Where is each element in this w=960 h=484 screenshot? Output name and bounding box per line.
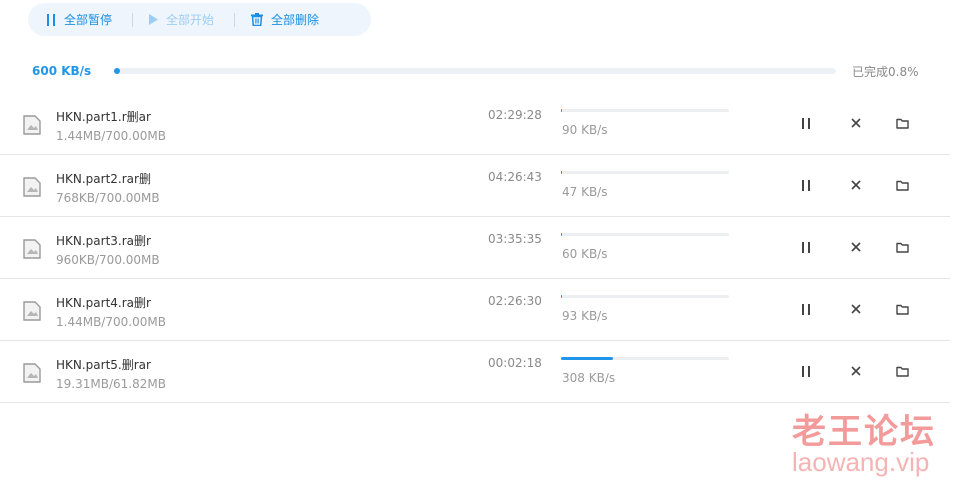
time-remaining: 02:29:28 <box>488 108 542 122</box>
toolbar-divider <box>234 12 236 27</box>
download-speed: 90 KB/s <box>562 123 608 137</box>
time-remaining: 00:02:18 <box>488 356 542 370</box>
file-name: HKN.part4.ra删r <box>56 296 151 310</box>
pause-button[interactable] <box>798 301 814 317</box>
file-progress-bar <box>561 109 729 112</box>
overall-status: 已完成0.8% <box>852 65 919 79</box>
watermark-title: 老王论坛 <box>792 412 936 452</box>
open-folder-button[interactable] <box>894 115 910 131</box>
download-speed: 308 KB/s <box>562 371 616 385</box>
pause-icon <box>802 365 810 377</box>
close-icon <box>851 304 861 314</box>
close-icon <box>851 180 861 190</box>
file-progress-bar <box>561 171 729 174</box>
file-progress-bar <box>561 233 729 236</box>
close-icon <box>851 366 861 376</box>
file-icon <box>23 363 41 383</box>
start-all-label: 全部开始 <box>166 13 215 27</box>
time-remaining: 03:35:35 <box>488 232 542 246</box>
open-folder-button[interactable] <box>894 239 910 255</box>
toolbar: 全部暂停 全部开始 全部删除 <box>28 3 371 36</box>
folder-icon <box>895 180 909 191</box>
download-row: HKN.part2.rar删 768KB/700.00MB 04:26:43 4… <box>0 155 950 217</box>
pause-icon <box>47 13 55 26</box>
download-row: HKN.part1.r删ar 1.44MB/700.00MB 02:29:28 … <box>0 93 950 155</box>
file-progress-bar <box>561 357 729 360</box>
file-icon <box>23 177 41 197</box>
pause-button[interactable] <box>798 239 814 255</box>
file-size: 960KB/700.00MB <box>56 253 160 267</box>
pause-all-label: 全部暂停 <box>64 13 113 27</box>
folder-icon <box>895 304 909 315</box>
toolbar-divider <box>132 12 134 27</box>
play-icon <box>149 14 159 25</box>
time-remaining: 04:26:43 <box>488 170 542 184</box>
close-icon <box>851 118 861 128</box>
file-name: HKN.part1.r删ar <box>56 110 151 124</box>
delete-all-button[interactable]: 全部删除 <box>251 3 319 36</box>
file-progress-fill <box>561 357 614 360</box>
trash-icon <box>251 13 264 26</box>
file-size: 1.44MB/700.00MB <box>56 315 166 329</box>
start-all-button[interactable]: 全部开始 <box>149 3 214 36</box>
cancel-button[interactable] <box>848 301 864 317</box>
watermark-url: laowang.vip <box>792 447 930 477</box>
file-name: HKN.part5.删rar <box>56 358 151 372</box>
download-row: HKN.part3.ra删r 960KB/700.00MB 03:35:35 6… <box>0 217 950 279</box>
overall-speed: 600 KB/s <box>32 64 92 78</box>
pause-icon <box>802 117 810 129</box>
overall-progress-fill <box>114 68 120 74</box>
pause-icon <box>802 303 810 315</box>
delete-all-label: 全部删除 <box>271 13 320 27</box>
file-size: 1.44MB/700.00MB <box>56 129 166 143</box>
open-folder-button[interactable] <box>894 363 910 379</box>
download-row: HKN.part5.删rar 19.31MB/61.82MB 00:02:18 … <box>0 341 950 403</box>
file-name: HKN.part3.ra删r <box>56 234 151 248</box>
folder-icon <box>895 118 909 129</box>
download-row: HKN.part4.ra删r 1.44MB/700.00MB 02:26:30 … <box>0 279 950 341</box>
folder-icon <box>895 242 909 253</box>
download-speed: 47 KB/s <box>562 185 608 199</box>
pause-button[interactable] <box>798 115 814 131</box>
pause-icon <box>802 179 810 191</box>
cancel-button[interactable] <box>848 177 864 193</box>
folder-icon <box>895 366 909 377</box>
cancel-button[interactable] <box>848 363 864 379</box>
pause-icon <box>802 241 810 253</box>
close-icon <box>851 242 861 252</box>
open-folder-button[interactable] <box>894 301 910 317</box>
pause-button[interactable] <box>798 177 814 193</box>
cancel-button[interactable] <box>848 239 864 255</box>
file-size: 19.31MB/61.82MB <box>56 377 166 391</box>
file-size: 768KB/700.00MB <box>56 191 160 205</box>
pause-button[interactable] <box>798 363 814 379</box>
file-icon <box>23 301 41 321</box>
cancel-button[interactable] <box>848 115 864 131</box>
file-progress-bar <box>561 295 729 298</box>
file-icon <box>23 115 41 135</box>
download-speed: 93 KB/s <box>562 309 608 323</box>
file-icon <box>23 239 41 259</box>
pause-all-button[interactable]: 全部暂停 <box>46 3 112 36</box>
file-name: HKN.part2.rar删 <box>56 172 151 186</box>
time-remaining: 02:26:30 <box>488 294 542 308</box>
open-folder-button[interactable] <box>894 177 910 193</box>
overall-progress-bar <box>114 68 836 74</box>
download-speed: 60 KB/s <box>562 247 608 261</box>
